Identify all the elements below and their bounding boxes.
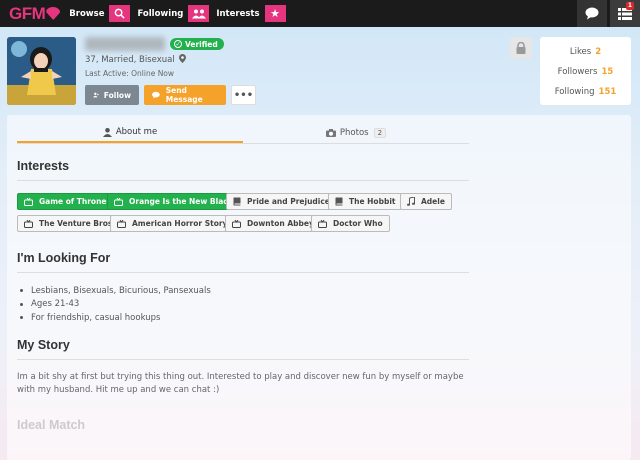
- stat-followers-label: Followers: [557, 67, 598, 77]
- interest-tag[interactable]: Adele: [400, 193, 452, 210]
- tv-icon: [318, 219, 327, 228]
- tv-icon: [232, 219, 241, 228]
- chat-bubble-icon: [152, 91, 160, 99]
- stats-card: Likes 2 Followers 15 Following 151: [540, 37, 631, 105]
- lock-icon[interactable]: [510, 37, 532, 59]
- interest-tag[interactable]: The Venture Bros: [17, 215, 120, 232]
- chat-button[interactable]: [577, 0, 607, 27]
- stat-following[interactable]: Following 151: [540, 82, 631, 102]
- interest-label: Orange Is the New Black: [129, 197, 233, 206]
- list-item: Lesbians, Bisexuals, Bicurious, Pansexua…: [17, 284, 211, 298]
- book-icon: [335, 197, 343, 206]
- tab-about-me-label: About me: [115, 127, 158, 137]
- nav-following-label: Following: [137, 8, 184, 19]
- book-icon: [233, 197, 241, 206]
- profile-info: 37, Married, Bisexual: [85, 54, 187, 65]
- tv-icon: [24, 197, 33, 206]
- tv-icon: [24, 219, 33, 228]
- stat-likes-label: Likes: [569, 47, 592, 57]
- logo-text: GFM: [9, 3, 46, 23]
- tv-icon: [114, 197, 123, 206]
- interest-label: Doctor Who: [333, 219, 383, 228]
- stat-following-value: 151: [598, 87, 617, 97]
- username-blurred: [85, 37, 165, 51]
- tab-about-me[interactable]: About me: [17, 123, 243, 143]
- top-navbar: GFM Browse Following Interests ★ 1: [0, 0, 640, 27]
- interest-label: American Horror Story: [132, 219, 228, 228]
- search-icon[interactable]: [109, 5, 131, 22]
- nav-browse-label: Browse: [69, 8, 105, 19]
- notification-badge: 1: [625, 2, 634, 10]
- interest-label: Pride and Prejudice: [247, 197, 330, 206]
- location-pin-icon: [179, 54, 187, 63]
- interest-tag[interactable]: Doctor Who: [311, 215, 390, 232]
- stat-following-label: Following: [554, 87, 595, 97]
- interest-tag[interactable]: Pride and Prejudice: [226, 193, 337, 210]
- interest-tag[interactable]: Downton Abbey: [225, 215, 321, 232]
- profile-info-text: 37, Married, Bisexual: [85, 55, 175, 65]
- tab-photos-label: Photos: [339, 128, 369, 138]
- my-story-heading: My Story: [17, 338, 469, 360]
- interests-heading: Interests: [17, 159, 469, 181]
- site-logo[interactable]: GFM: [9, 3, 61, 24]
- nav-interests-label: Interests: [216, 8, 260, 19]
- people-icon[interactable]: [188, 5, 210, 22]
- verified-label: Verified: [185, 39, 218, 49]
- chat-icon: [585, 7, 599, 20]
- last-active: Last Active: Online Now: [85, 69, 175, 78]
- send-message-button[interactable]: Send Message: [144, 85, 226, 105]
- nav-following[interactable]: Following: [137, 5, 210, 22]
- camera-icon: [325, 129, 336, 137]
- profile-actions: Follow Send Message •••: [85, 85, 261, 105]
- interest-label: The Hobbit: [349, 197, 396, 206]
- interest-tag[interactable]: American Horror Story: [110, 215, 235, 232]
- interest-label: The Venture Bros: [39, 219, 113, 228]
- verified-badge: ✓ Verified: [170, 38, 224, 50]
- nav-interests[interactable]: Interests ★: [216, 5, 286, 22]
- story-text: Im a bit shy at first but trying this th…: [17, 372, 464, 395]
- avatar[interactable]: [7, 37, 76, 105]
- list-item: Ages 21-43: [17, 298, 211, 312]
- interest-tag[interactable]: The Hobbit: [328, 193, 403, 210]
- stat-followers-value: 15: [601, 67, 614, 77]
- interest-label: Downton Abbey: [247, 219, 314, 228]
- stat-likes-value: 2: [595, 47, 602, 57]
- heart-logo-icon: [46, 7, 61, 20]
- menu-button[interactable]: 1: [610, 0, 640, 27]
- follow-button[interactable]: Follow: [85, 85, 139, 105]
- stat-followers[interactable]: Followers 15: [540, 62, 631, 82]
- list-item: For friendship, casual hookups: [17, 311, 211, 325]
- main-nav: Browse Following Interests ★: [69, 5, 292, 22]
- nav-browse[interactable]: Browse: [69, 5, 131, 22]
- add-user-icon: [93, 92, 99, 98]
- tab-photos[interactable]: Photos 2: [243, 123, 469, 143]
- interest-label: Adele: [421, 197, 445, 206]
- music-icon: [407, 197, 415, 206]
- ideal-match-heading: Ideal Match: [17, 418, 86, 432]
- interest-tag[interactable]: Game of Thrones: [17, 193, 118, 210]
- user-icon: [102, 127, 112, 137]
- star-icon[interactable]: ★: [264, 5, 286, 22]
- send-message-label: Send Message: [165, 86, 203, 104]
- photos-count: 2: [373, 128, 387, 138]
- looking-for-list: Lesbians, Bisexuals, Bicurious, Pansexua…: [17, 284, 211, 325]
- interest-tag[interactable]: Orange Is the New Black: [107, 193, 240, 210]
- top-right-actions: 1: [574, 0, 640, 27]
- profile-tabs: About me Photos 2: [17, 123, 469, 144]
- tv-icon: [117, 219, 126, 228]
- looking-for-heading: I'm Looking For: [17, 251, 469, 273]
- interest-label: Game of Thrones: [39, 197, 111, 206]
- more-options-button[interactable]: •••: [231, 85, 256, 105]
- stat-likes[interactable]: Likes 2: [540, 42, 631, 62]
- check-icon: ✓: [174, 40, 182, 48]
- follow-label: Follow: [103, 90, 131, 100]
